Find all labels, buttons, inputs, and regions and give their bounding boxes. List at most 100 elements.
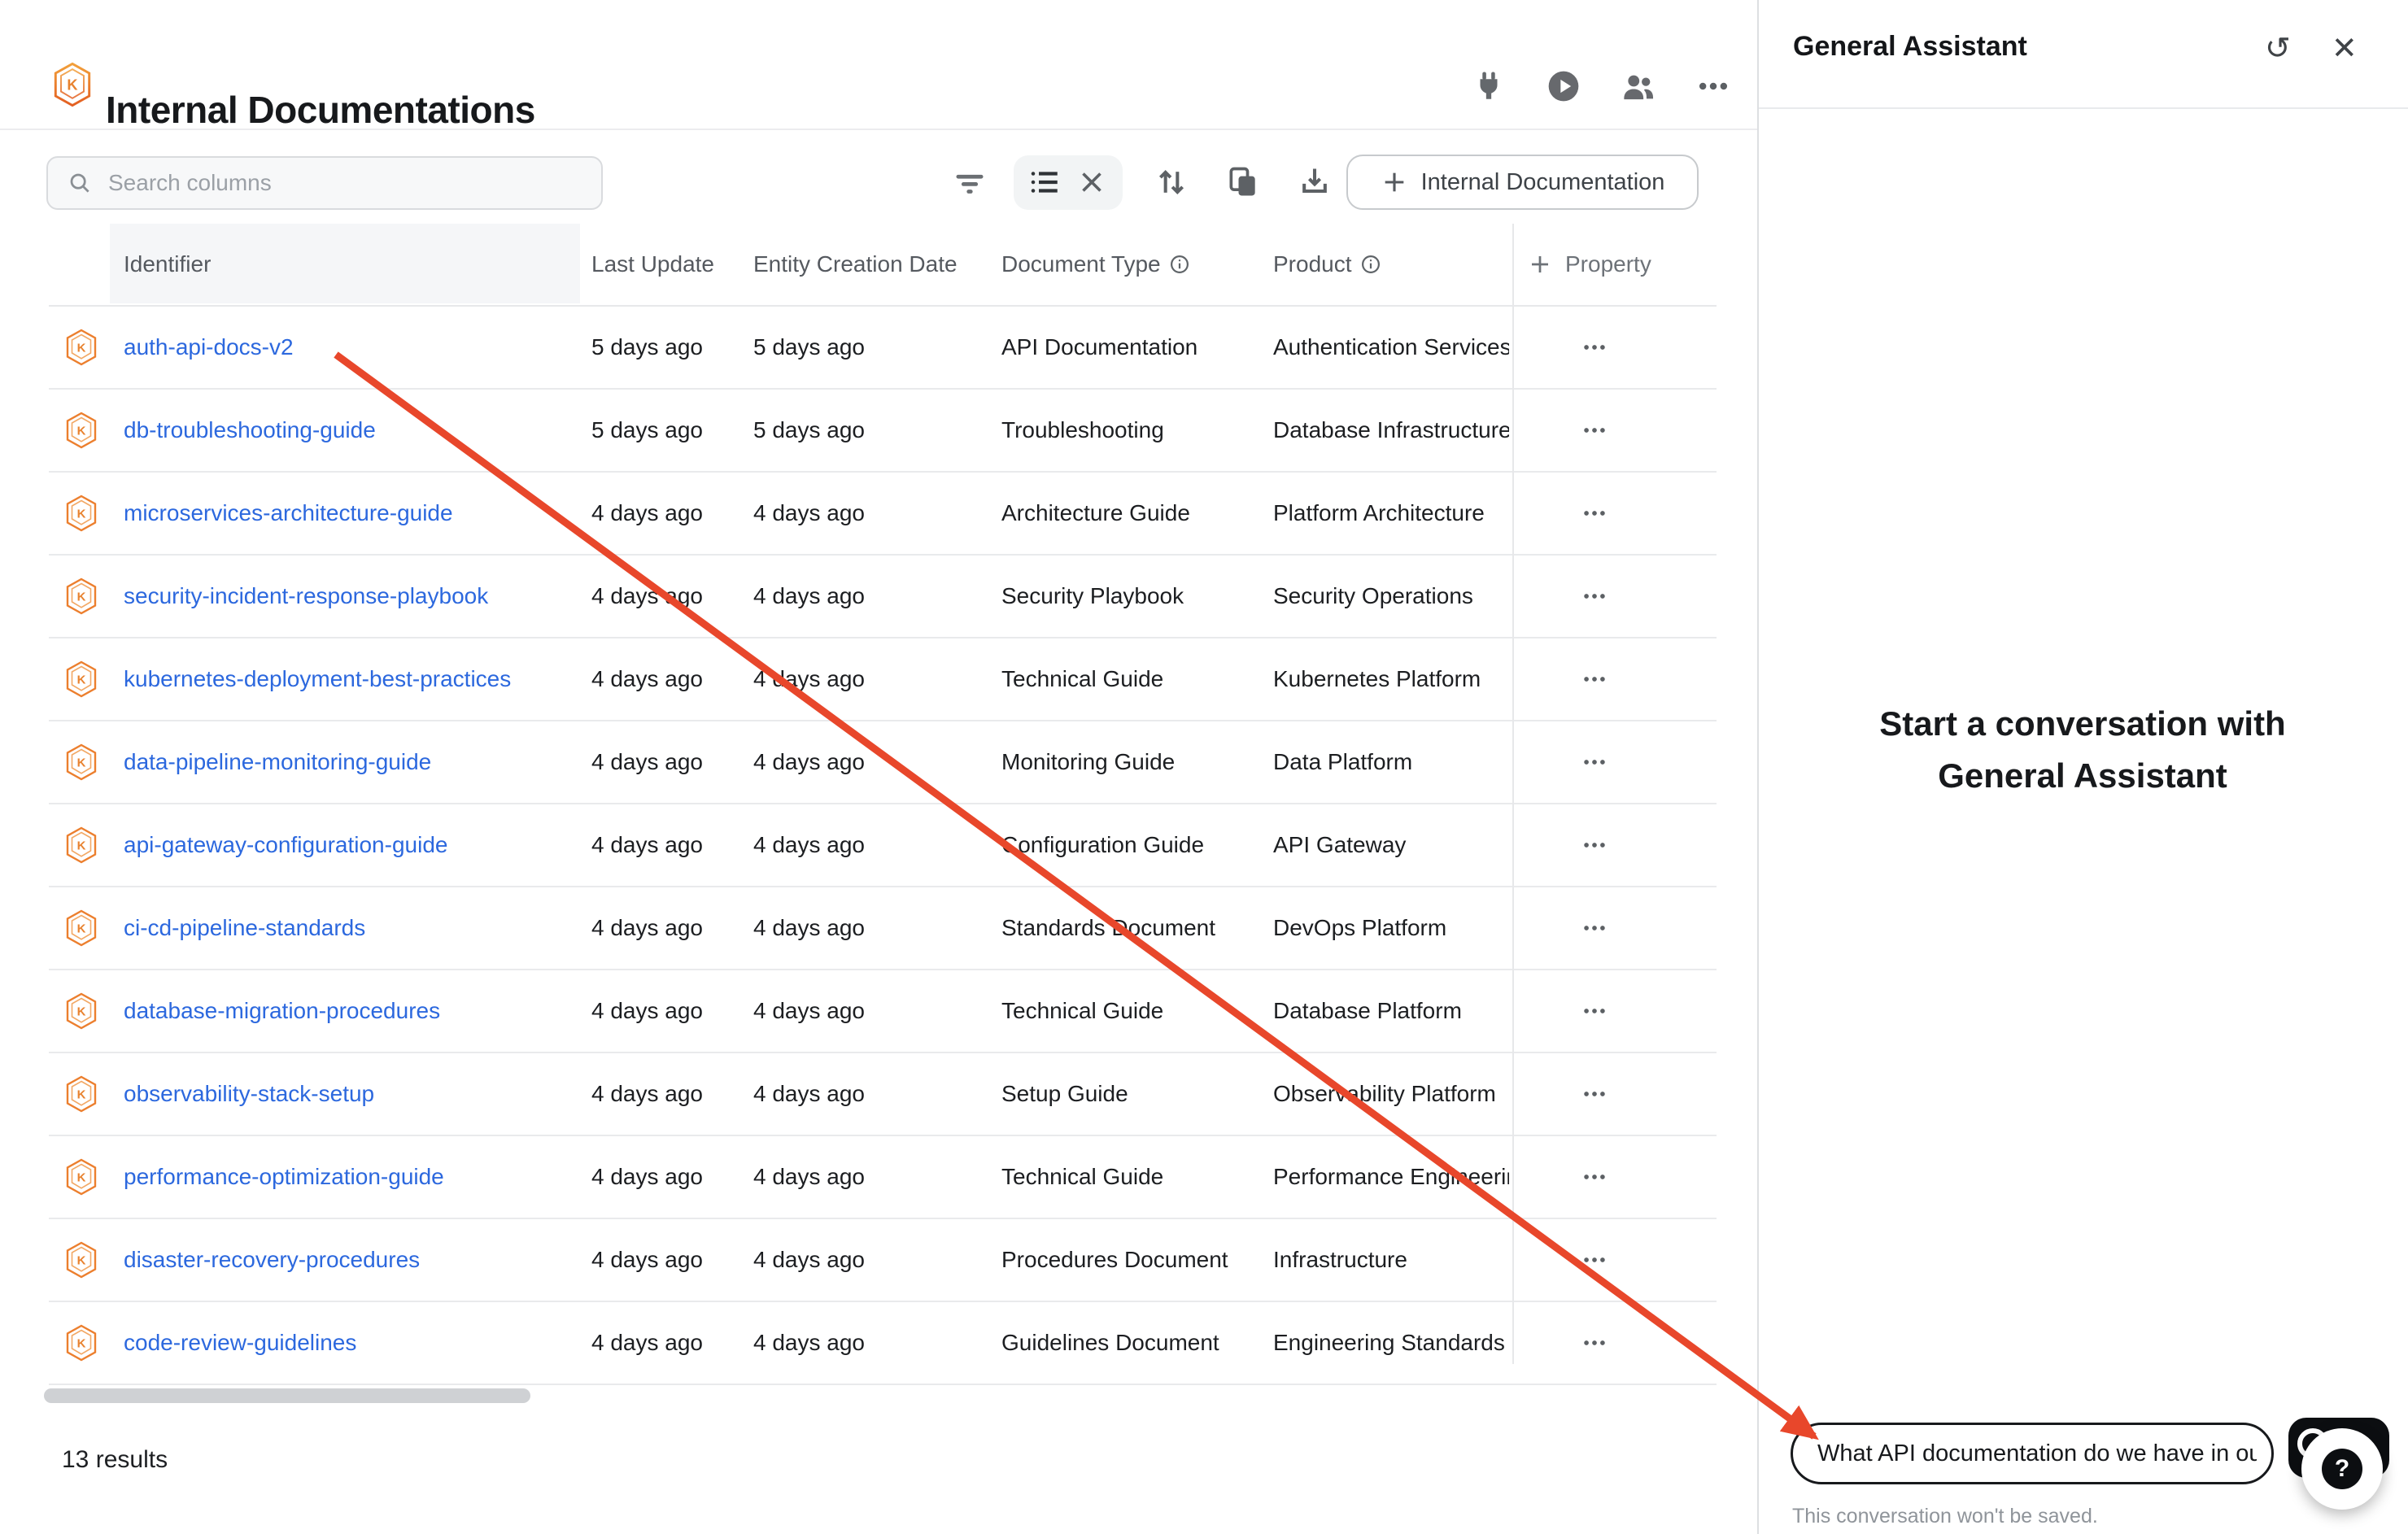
product-cell: API Gateway xyxy=(1273,804,1509,886)
table-row[interactable]: K security-incident-response-playbook 4 … xyxy=(49,556,1717,638)
entity-creation-cell: 4 days ago xyxy=(753,1302,865,1384)
svg-text:K: K xyxy=(77,342,86,355)
plug-icon[interactable] xyxy=(1469,67,1508,106)
row-more-icon xyxy=(1581,831,1608,859)
product-cell: DevOps Platform xyxy=(1273,887,1509,969)
object-hexagon-icon: K xyxy=(65,970,101,1052)
last-update-cell: 4 days ago xyxy=(591,721,703,803)
svg-text:K: K xyxy=(77,1005,86,1019)
entity-creation-cell: 4 days ago xyxy=(753,721,865,803)
row-actions-button[interactable] xyxy=(1538,473,1651,554)
object-hexagon-icon: K xyxy=(65,1136,101,1218)
users-icon[interactable] xyxy=(1619,67,1658,106)
column-header-last-update[interactable]: Last Update xyxy=(591,224,714,305)
table-row[interactable]: K observability-stack-setup 4 days ago 4… xyxy=(49,1053,1717,1136)
table-row[interactable]: K api-gateway-configuration-guide 4 days… xyxy=(49,804,1717,887)
row-actions-button[interactable] xyxy=(1538,1302,1651,1384)
add-property-button[interactable]: Property xyxy=(1528,224,1651,305)
search-input[interactable] xyxy=(107,169,565,197)
info-icon[interactable] xyxy=(1169,254,1190,275)
table-row[interactable]: K microservices-architecture-guide 4 day… xyxy=(49,473,1717,556)
horizontal-scrollbar-thumb[interactable] xyxy=(44,1388,530,1403)
identifier-link[interactable]: db-troubleshooting-guide xyxy=(124,390,376,471)
document-type-cell: Troubleshooting xyxy=(1001,390,1164,471)
row-more-icon xyxy=(1581,748,1608,776)
row-actions-button[interactable] xyxy=(1538,307,1651,388)
list-view-icon[interactable] xyxy=(1025,163,1064,202)
last-update-cell: 4 days ago xyxy=(591,1053,703,1135)
reset-conversation-icon[interactable]: ↺ xyxy=(2265,33,2291,63)
row-actions-button[interactable] xyxy=(1538,887,1651,969)
identifier-link[interactable]: disaster-recovery-procedures xyxy=(124,1219,420,1301)
table-row[interactable]: K auth-api-docs-v2 5 days ago 5 days ago… xyxy=(49,307,1717,390)
assistant-disclaimer: This conversation won't be saved. xyxy=(1792,1505,2098,1528)
last-update-cell: 5 days ago xyxy=(591,390,703,471)
row-actions-button[interactable] xyxy=(1538,556,1651,637)
column-header-product[interactable]: Product xyxy=(1273,224,1381,305)
table-row[interactable]: K database-migration-procedures 4 days a… xyxy=(49,970,1717,1053)
play-icon[interactable] xyxy=(1544,67,1583,106)
row-actions-button[interactable] xyxy=(1538,970,1651,1052)
object-hexagon-icon: K xyxy=(65,473,101,554)
row-more-icon xyxy=(1581,997,1608,1025)
row-actions-button[interactable] xyxy=(1538,1219,1651,1301)
table-row[interactable]: K code-review-guidelines 4 days ago 4 da… xyxy=(49,1302,1717,1385)
filter-icon[interactable] xyxy=(950,163,989,202)
column-header-document-type[interactable]: Document Type xyxy=(1001,224,1190,305)
row-more-icon xyxy=(1581,1080,1608,1108)
identifier-link[interactable]: kubernetes-deployment-best-practices xyxy=(124,638,511,720)
row-actions-button[interactable] xyxy=(1538,1136,1651,1218)
more-icon[interactable] xyxy=(1694,67,1733,106)
identifier-link[interactable]: ci-cd-pipeline-standards xyxy=(124,887,365,969)
last-update-cell: 4 days ago xyxy=(591,804,703,886)
table-row[interactable]: K data-pipeline-monitoring-guide 4 days … xyxy=(49,721,1717,804)
object-hexagon-icon: K xyxy=(65,804,101,886)
identifier-link[interactable]: performance-optimization-guide xyxy=(124,1136,444,1218)
download-icon[interactable] xyxy=(1295,163,1334,202)
sort-icon[interactable] xyxy=(1152,163,1191,202)
app-window: K Internal Documentations xyxy=(0,0,2408,1534)
identifier-link[interactable]: data-pipeline-monitoring-guide xyxy=(124,721,431,803)
row-more-icon xyxy=(1581,665,1608,693)
assistant-message-input[interactable] xyxy=(1816,1440,2258,1468)
product-cell: Database Infrastructure xyxy=(1273,390,1509,471)
identifier-link[interactable]: microservices-architecture-guide xyxy=(124,473,453,554)
help-widget[interactable]: ? xyxy=(2301,1428,2383,1510)
last-update-cell: 4 days ago xyxy=(591,1302,703,1384)
copy-icon[interactable] xyxy=(1224,163,1263,202)
close-panel-icon[interactable]: ✕ xyxy=(2332,33,2358,63)
last-update-cell: 4 days ago xyxy=(591,473,703,554)
object-hexagon-icon: K xyxy=(65,721,101,803)
column-header-entity-creation-date[interactable]: Entity Creation Date xyxy=(753,224,958,305)
svg-text:K: K xyxy=(77,1337,86,1351)
identifier-link[interactable]: database-migration-procedures xyxy=(124,970,440,1052)
object-hexagon-icon: K xyxy=(65,638,101,720)
identifier-link[interactable]: auth-api-docs-v2 xyxy=(124,307,294,388)
identifier-link[interactable]: api-gateway-configuration-guide xyxy=(124,804,447,886)
row-actions-button[interactable] xyxy=(1538,804,1651,886)
identifier-link[interactable]: code-review-guidelines xyxy=(124,1302,356,1384)
identifier-link[interactable]: observability-stack-setup xyxy=(124,1053,374,1135)
svg-text:K: K xyxy=(77,1254,86,1268)
table-row[interactable]: K performance-optimization-guide 4 days … xyxy=(49,1136,1717,1219)
table-row[interactable]: K kubernetes-deployment-best-practices 4… xyxy=(49,638,1717,721)
row-actions-button[interactable] xyxy=(1538,638,1651,720)
table-row[interactable]: K disaster-recovery-procedures 4 days ag… xyxy=(49,1219,1717,1302)
row-actions-button[interactable] xyxy=(1538,390,1651,471)
clear-view-x-icon[interactable] xyxy=(1072,163,1111,202)
entity-creation-cell: 4 days ago xyxy=(753,804,865,886)
row-actions-button[interactable] xyxy=(1538,1053,1651,1135)
table-row[interactable]: K db-troubleshooting-guide 5 days ago 5 … xyxy=(49,390,1717,473)
product-cell: Engineering Standards xyxy=(1273,1302,1509,1384)
new-internal-documentation-button[interactable]: Internal Documentation xyxy=(1346,155,1699,210)
table-row[interactable]: K ci-cd-pipeline-standards 4 days ago 4 … xyxy=(49,887,1717,970)
entity-creation-cell: 4 days ago xyxy=(753,970,865,1052)
identifier-link[interactable]: security-incident-response-playbook xyxy=(124,556,488,637)
row-actions-button[interactable] xyxy=(1538,721,1651,803)
object-type-logo-icon: K xyxy=(52,62,93,107)
info-icon[interactable] xyxy=(1360,254,1381,275)
svg-text:K: K xyxy=(77,1171,86,1185)
search-icon xyxy=(68,171,92,195)
document-type-cell: Procedures Document xyxy=(1001,1219,1228,1301)
column-header-identifier[interactable]: Identifier xyxy=(124,224,211,305)
